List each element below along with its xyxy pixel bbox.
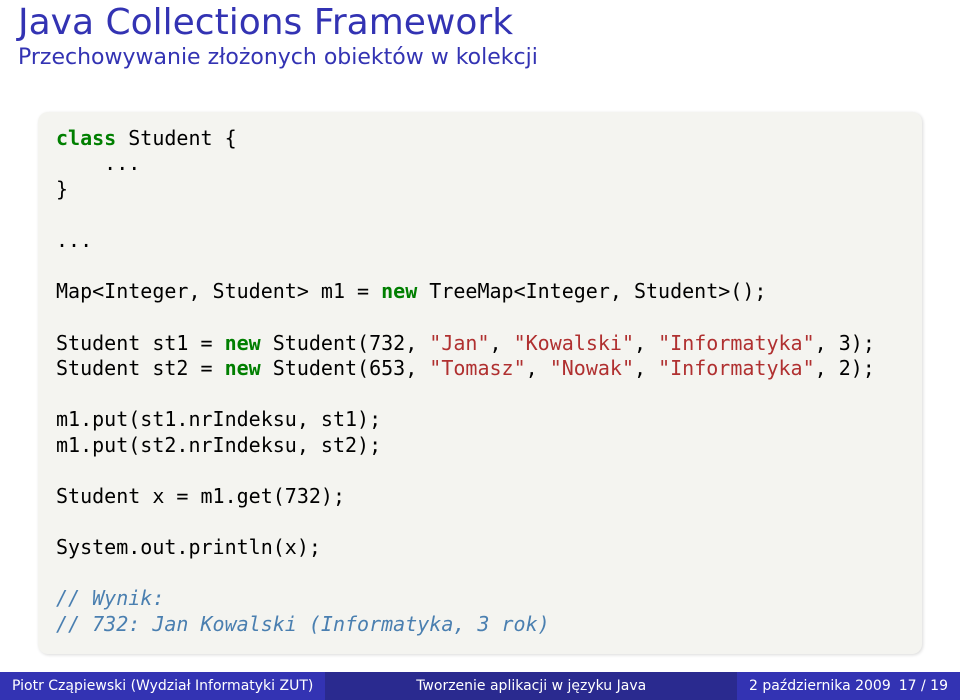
- string-literal: "Nowak": [550, 356, 634, 380]
- code-text: ,: [634, 356, 658, 380]
- kw-new: new: [225, 331, 261, 355]
- slide: Java Collections Framework Przechowywani…: [0, 0, 960, 700]
- code-text: ,: [634, 331, 658, 355]
- code-text: Student(653,: [261, 356, 430, 380]
- string-literal: "Kowalski": [514, 331, 634, 355]
- ellipsis: ...: [56, 151, 140, 175]
- kw-class: class: [56, 126, 116, 150]
- string-literal: "Informatyka": [658, 356, 815, 380]
- footer: Piotr Cząpiewski (Wydział Informatyki ZU…: [0, 672, 960, 700]
- slide-title: Java Collections Framework: [18, 2, 942, 43]
- code-text: Map<Integer, Student> m1 =: [56, 279, 381, 303]
- code-text: m1.put(st2.nrIndeksu, st2);: [56, 433, 381, 457]
- footer-title: Tworzenie aplikacji w języku Java: [325, 672, 737, 700]
- code-text: , 3);: [815, 331, 875, 355]
- class-decl: Student {: [116, 126, 236, 150]
- string-literal: "Jan": [429, 331, 489, 355]
- footer-author: Piotr Cząpiewski (Wydział Informatyki ZU…: [0, 672, 325, 700]
- code-text: Student st2 =: [56, 356, 225, 380]
- header: Java Collections Framework Przechowywani…: [0, 0, 960, 82]
- ellipsis: ...: [56, 228, 92, 252]
- footer-right: 2 października 2009 17 / 19: [737, 672, 960, 700]
- code-text: Student(732,: [261, 331, 430, 355]
- string-literal: "Tomasz": [429, 356, 525, 380]
- code-text: Student st1 =: [56, 331, 225, 355]
- string-literal: "Informatyka": [658, 331, 815, 355]
- code-text: ,: [526, 356, 550, 380]
- code-text: ,: [490, 331, 514, 355]
- footer-date: 2 października 2009: [749, 678, 891, 694]
- comment: // Wynik:: [56, 586, 164, 610]
- brace-close: }: [56, 177, 68, 201]
- kw-new: new: [381, 279, 417, 303]
- code-text: m1.put(st1.nrIndeksu, st1);: [56, 407, 381, 431]
- code-text: TreeMap<Integer, Student>();: [417, 279, 766, 303]
- kw-new: new: [225, 356, 261, 380]
- code-block: class Student { ... } ... Map<Integer, S…: [38, 112, 922, 654]
- code-listing: class Student { ... } ... Map<Integer, S…: [56, 126, 904, 638]
- footer-page: 17 / 19: [899, 678, 948, 694]
- slide-subtitle: Przechowywanie złożonych obiektów w kole…: [18, 45, 942, 71]
- comment: // 732: Jan Kowalski (Informatyka, 3 rok…: [56, 612, 550, 636]
- code-text: Student x = m1.get(732);: [56, 484, 345, 508]
- code-text: , 2);: [815, 356, 875, 380]
- code-text: System.out.println(x);: [56, 535, 321, 559]
